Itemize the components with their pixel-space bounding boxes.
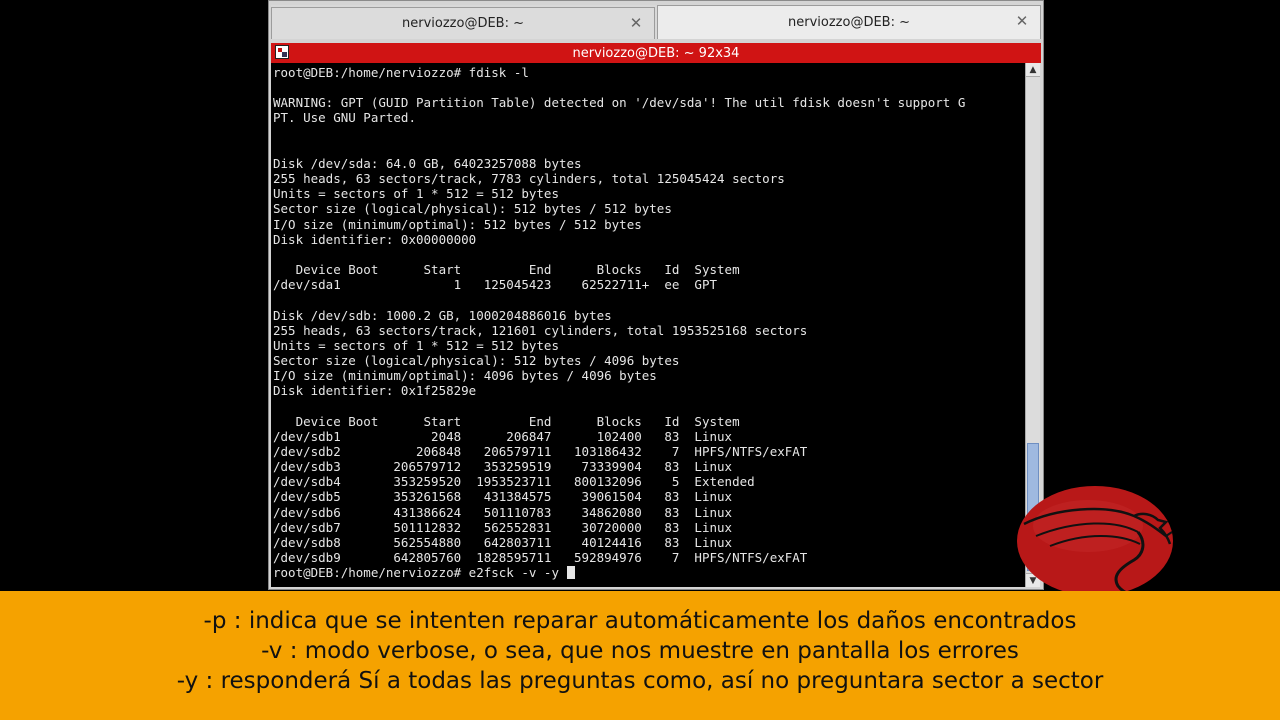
tab-label: nerviozzo@DEB: ~ xyxy=(402,16,524,31)
terminal-area[interactable]: root@DEB:/home/nerviozzo# fdisk -l WARNI… xyxy=(271,63,1025,587)
terminal-menu-icon[interactable] xyxy=(275,45,289,59)
close-icon[interactable]: ✕ xyxy=(1014,13,1030,29)
tab-label: nerviozzo@DEB: ~ xyxy=(788,15,910,30)
terminal-output: root@DEB:/home/nerviozzo# fdisk -l WARNI… xyxy=(271,63,1025,580)
terminal-history: root@DEB:/home/nerviozzo# fdisk -l WARNI… xyxy=(273,65,966,565)
scroll-up-arrow-icon[interactable]: ▲ xyxy=(1026,63,1040,77)
subtitle-line-p: -p : indica que se intenten reparar auto… xyxy=(203,608,1077,634)
subtitle-line-y: -y : responderá Sí a todas las preguntas… xyxy=(176,668,1104,694)
window-titlebar[interactable]: nerviozzo@DEB: ~ 92x34 xyxy=(271,43,1041,63)
command-prompt: root@DEB:/home/nerviozzo# e2fsck -v -y xyxy=(273,565,567,581)
tab-terminal-1[interactable]: nerviozzo@DEB: ~ ✕ xyxy=(271,7,655,39)
window-title: nerviozzo@DEB: ~ 92x34 xyxy=(572,45,740,61)
terminal-window: nerviozzo@DEB: ~ ✕ nerviozzo@DEB: ~ ✕ ne… xyxy=(268,0,1044,590)
close-icon[interactable]: ✕ xyxy=(628,15,644,31)
tab-terminal-2[interactable]: nerviozzo@DEB: ~ ✕ xyxy=(657,5,1041,39)
kali-dragon-logo xyxy=(1017,486,1173,604)
tab-bar: nerviozzo@DEB: ~ ✕ nerviozzo@DEB: ~ ✕ xyxy=(271,5,1041,39)
subtitle-band: -p : indica que se intenten reparar auto… xyxy=(0,591,1280,720)
subtitle-line-v: -v : modo verbose, o sea, que nos muestr… xyxy=(261,638,1019,664)
text-cursor xyxy=(566,566,575,580)
